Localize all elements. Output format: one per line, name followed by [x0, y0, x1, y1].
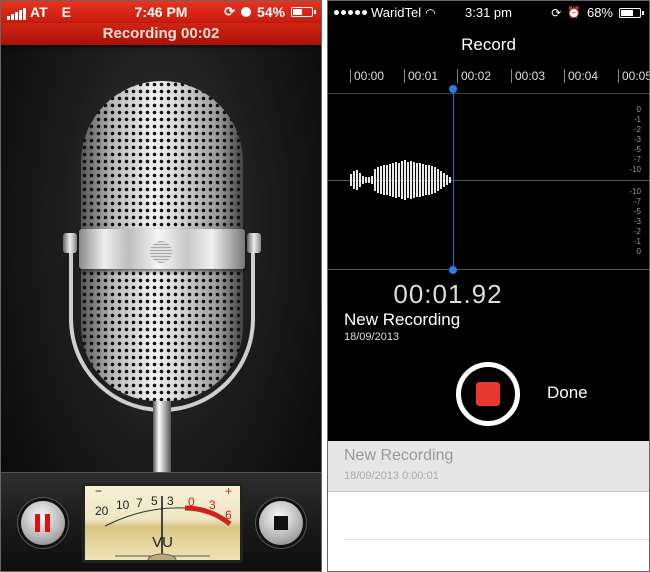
done-button[interactable]: Done	[547, 383, 588, 403]
timeline-tick: 00:04	[564, 69, 598, 83]
vu-arc-red	[184, 505, 232, 526]
waveform-bar	[371, 176, 373, 184]
playhead-top-handle[interactable]	[449, 85, 457, 93]
waveform-bar	[443, 173, 445, 187]
db-label: -3	[633, 217, 641, 226]
waveform-bar	[389, 164, 391, 196]
waveform-bar	[404, 160, 406, 200]
waveform-bar	[356, 170, 358, 190]
recording-status-banner[interactable]: Recording 00:02	[1, 23, 321, 45]
waveform-bar	[437, 169, 439, 191]
db-label: -2	[633, 125, 641, 134]
page-title: Record	[461, 35, 516, 54]
timeline-tick: 00:02	[457, 69, 491, 83]
vu-meter: 20 10 7 5 3 0 3 6 − + VU	[82, 483, 243, 563]
stop-square-icon	[476, 382, 500, 406]
waveform-bottom-line	[328, 269, 649, 270]
db-label: -1	[633, 115, 641, 124]
timeline-tick: 00:05	[618, 69, 649, 83]
db-label: -7	[633, 197, 641, 206]
stop-icon	[274, 516, 288, 530]
db-label: -5	[633, 145, 641, 154]
stop-button[interactable]	[259, 501, 303, 545]
control-tray: 20 10 7 5 3 0 3 6 − + VU	[1, 472, 321, 571]
db-label: 0	[636, 105, 641, 114]
status-bar: WaridTel ◠ 3:31 pm ⟳ ⏰ 68%	[328, 1, 649, 23]
rotation-lock-icon: ⟳	[224, 4, 235, 19]
status-bar: AT E 7:46 PM ⟳ 54%	[1, 1, 321, 23]
vu-label: VU	[152, 534, 173, 551]
recording-name[interactable]: New Recording	[344, 310, 460, 330]
timeline-ruler[interactable]: 00:00 00:01 00:02 00:03 00:04 00:05	[328, 63, 649, 93]
waveform-bar	[422, 164, 424, 196]
voice-memos-ios6-screen: AT E 7:46 PM ⟳ 54% Recording 00:02 20 10…	[0, 0, 322, 572]
waveform-bar	[401, 161, 403, 199]
waveform-bar	[374, 169, 376, 191]
waveform-display: 0 -1 -2 -3 -5 -7 -10 -10 -7 -5 -3 -2 -1 …	[328, 93, 649, 269]
vu-arc-black	[104, 507, 186, 527]
waveform-bar	[368, 177, 370, 183]
waveform-bar	[413, 162, 415, 198]
waveform-bar	[410, 161, 412, 199]
waveform-bar	[440, 171, 442, 189]
waveform-bar	[407, 162, 409, 198]
alarm-icon: ⏰	[567, 7, 581, 19]
mic-knob-left	[63, 233, 77, 253]
recordings-list: New Recording 18/09/2013 0:00:01	[328, 441, 649, 571]
voice-memos-ios7-screen: WaridTel ◠ 3:31 pm ⟳ ⏰ 68% Record 00:00 …	[327, 0, 650, 572]
waveform-bar	[350, 174, 352, 186]
db-label: -2	[633, 227, 641, 236]
waveform-bar	[392, 163, 394, 197]
waveform-bar	[431, 166, 433, 194]
timeline-tick: 00:03	[511, 69, 545, 83]
vu-pivot	[147, 553, 177, 560]
battery-icon	[619, 7, 644, 18]
waveform-bar	[386, 165, 388, 195]
mic-logo-icon	[150, 241, 172, 263]
timeline-tick: 00:01	[404, 69, 438, 83]
rotation-lock-icon: ⟳	[551, 5, 562, 20]
db-label: -7	[633, 155, 641, 164]
waveform-bar	[446, 175, 448, 185]
waveform-bar	[353, 171, 355, 189]
clock-icon	[240, 7, 251, 17]
db-label: -1	[633, 237, 641, 246]
waveform-bar	[419, 163, 421, 197]
waveform-bar	[428, 165, 430, 195]
waveform-bar	[425, 165, 427, 195]
waveform-bar	[383, 165, 385, 195]
list-item-meta: 18/09/2013 0:00:01	[344, 470, 439, 482]
battery-percent: 54%	[256, 4, 285, 20]
pause-icon	[35, 514, 51, 532]
list-separator	[344, 539, 649, 540]
pause-button[interactable]	[21, 501, 65, 545]
db-label: -10	[629, 165, 641, 174]
waveform-bar	[449, 177, 451, 183]
db-label: 0	[636, 247, 641, 256]
db-label: -5	[633, 207, 641, 216]
waveform-bar	[398, 163, 400, 197]
mic-stem	[153, 401, 171, 481]
waveform-bar	[395, 162, 397, 198]
db-label: -10	[629, 187, 641, 196]
battery-percent: 68%	[586, 5, 613, 20]
timeline-tick: 00:00	[350, 69, 384, 83]
waveform-bar	[434, 167, 436, 193]
list-item-name: New Recording	[344, 447, 454, 464]
waveform-bar	[380, 166, 382, 194]
waveform-bar	[359, 173, 361, 187]
record-stop-button[interactable]	[456, 362, 520, 426]
playhead-bottom-handle[interactable]	[449, 266, 457, 274]
elapsed-time: 00:01.92	[393, 279, 503, 309]
mic-knob-right	[247, 233, 261, 253]
waveform-bar	[377, 167, 379, 193]
waveform-bar	[362, 176, 364, 184]
db-label: -3	[633, 135, 641, 144]
battery-icon	[291, 7, 316, 17]
waveform-bar	[416, 163, 418, 197]
recording-date: 18/09/2013	[344, 331, 400, 343]
playhead[interactable]	[453, 89, 454, 271]
list-item[interactable]: New Recording 18/09/2013 0:00:01	[328, 441, 649, 492]
waveform-bar	[365, 177, 367, 183]
